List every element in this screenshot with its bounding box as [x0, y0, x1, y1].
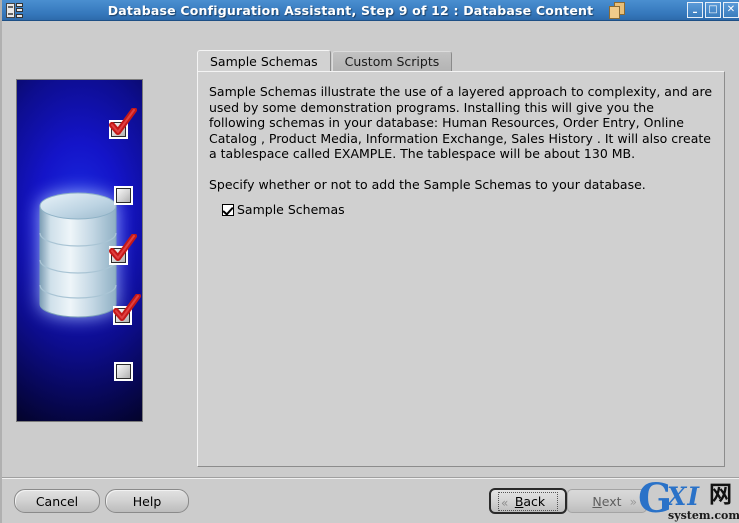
sample-schemas-checkbox-label: Sample Schemas	[237, 202, 345, 217]
cancel-button-label: Cancel	[35, 493, 79, 509]
next-button-label-accel: N	[592, 493, 602, 509]
step-marker-1	[109, 108, 137, 139]
tab-strip: Sample Schemas Custom Scripts	[197, 50, 453, 72]
database-wizard-icon	[4, 1, 26, 20]
step-marker-2	[114, 186, 133, 205]
red-check-icon	[109, 108, 137, 135]
watermark-cjk: 网	[709, 482, 732, 508]
window-controls: – □ ✕	[687, 2, 739, 18]
footer-divider	[2, 477, 739, 479]
minimize-icon: –	[692, 6, 698, 18]
help-button[interactable]: Help	[105, 489, 189, 513]
next-button[interactable]: Next »	[567, 489, 647, 513]
back-button[interactable]: « Back	[489, 488, 567, 514]
wizard-illustration-panel	[16, 79, 143, 422]
navigation-button-group: « Back Next »	[489, 488, 649, 514]
step-marker-5	[114, 362, 133, 381]
tab-sample-schemas[interactable]: Sample Schemas	[197, 50, 331, 72]
database-cylinder-icon	[39, 192, 117, 318]
sample-schemas-checkbox-row[interactable]: Sample Schemas	[222, 202, 345, 217]
step-marker-4	[113, 294, 141, 325]
maximize-button[interactable]: □	[705, 2, 721, 18]
minimize-button[interactable]: –	[687, 2, 703, 18]
window-title: Database Configuration Assistant, Step 9…	[107, 2, 594, 18]
watermark-domain: system.com	[668, 509, 739, 522]
close-button[interactable]: ✕	[723, 2, 739, 18]
cancel-button[interactable]: Cancel	[14, 489, 100, 513]
sample-schemas-checkbox[interactable]	[222, 203, 234, 216]
tab-content-panel: Sample Schemas illustrate the use of a l…	[197, 71, 725, 467]
description-paragraph: Sample Schemas illustrate the use of a l…	[209, 84, 713, 161]
watermark-xi: XI	[667, 482, 701, 511]
step-marker-3	[109, 234, 137, 265]
documents-icon	[608, 2, 627, 21]
title-bar: Database Configuration Assistant, Step 9…	[2, 0, 739, 21]
instruction-paragraph: Specify whether or not to add the Sample…	[209, 177, 646, 192]
close-icon: ✕	[726, 4, 736, 15]
maximize-icon: □	[708, 4, 718, 15]
tab-custom-scripts-label: Custom Scripts	[344, 54, 440, 69]
tab-custom-scripts[interactable]: Custom Scripts	[331, 51, 453, 72]
application-window: Database Configuration Assistant, Step 9…	[0, 0, 739, 523]
tab-sample-schemas-label: Sample Schemas	[210, 54, 318, 69]
next-button-label: ext	[601, 493, 622, 509]
chevron-right-icon: »	[629, 495, 637, 509]
help-button-label: Help	[132, 493, 162, 509]
back-button-label: ack	[523, 493, 546, 509]
watermark: G XI 网 system.com	[638, 479, 739, 523]
